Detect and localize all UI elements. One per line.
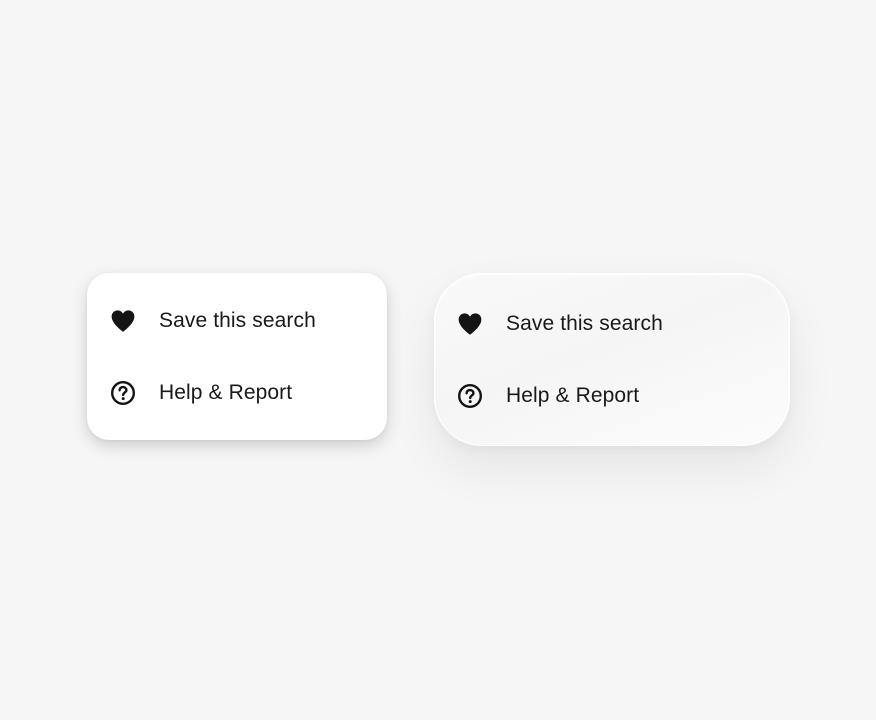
menu-item-label: Help & Report — [159, 380, 293, 404]
menu-item-help-report[interactable]: Help & Report — [87, 357, 387, 429]
menu-item-save-search[interactable]: Save this search — [87, 285, 387, 357]
context-menu-card: Save this search Help & Report — [87, 273, 387, 440]
context-menu-glass: Save this search Help & Report — [434, 273, 790, 446]
menu-item-help-report[interactable]: Help & Report — [435, 360, 789, 432]
menu-item-label: Save this search — [159, 308, 316, 332]
canvas: Save this search Help & Report Save this… — [0, 0, 876, 720]
heart-icon — [457, 311, 483, 337]
menu-item-label: Help & Report — [506, 383, 640, 407]
menu-item-label: Save this search — [506, 311, 663, 335]
help-circle-icon — [110, 380, 136, 406]
menu-item-save-search[interactable]: Save this search — [435, 288, 789, 360]
heart-icon — [110, 308, 136, 334]
help-circle-icon — [457, 383, 483, 409]
